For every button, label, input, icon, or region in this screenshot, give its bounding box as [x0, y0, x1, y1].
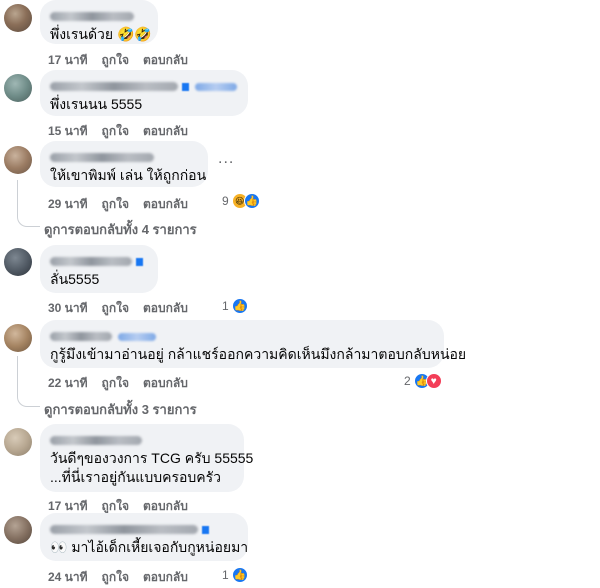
like-button[interactable]: ถูกใจ — [102, 301, 129, 315]
comment-actions: 29 นาที ถูกใจ ตอบกลับ — [48, 195, 202, 214]
like-button[interactable]: ถูกใจ — [102, 124, 129, 138]
comment-time[interactable]: 30 นาที — [48, 301, 88, 315]
comment-bubble: พึ่งเรนนน 5555 — [40, 70, 248, 116]
comment-actions: 17 นาที ถูกใจ ตอบกลับ — [48, 51, 202, 70]
like-icon: 👍 — [231, 298, 248, 314]
comment-text: พึ่งเรนด้วย 🤣🤣 — [50, 26, 152, 42]
reaction-count: 2 — [404, 374, 411, 388]
more-options-icon[interactable]: ... — [218, 150, 234, 168]
reply-button[interactable]: ตอบกลับ — [143, 376, 188, 390]
reaction-count: 1 — [222, 568, 229, 582]
like-button[interactable]: ถูกใจ — [102, 53, 129, 67]
reaction-count: 1 — [222, 299, 229, 313]
view-replies-link[interactable]: ดูการตอบกลับทั้ง 3 รายการ — [44, 399, 197, 420]
avatar[interactable] — [4, 516, 32, 544]
avatar[interactable] — [4, 428, 32, 456]
reply-button[interactable]: ตอบกลับ — [143, 499, 188, 513]
comment-bubble: พึ่งเรนด้วย 🤣🤣 — [40, 0, 158, 44]
comment-text: พึ่งเรนนน 5555 — [50, 96, 143, 112]
comment-actions: 30 นาที ถูกใจ ตอบกลับ — [48, 299, 202, 318]
view-replies-link[interactable]: ดูการตอบกลับทั้ง 4 รายการ — [44, 219, 197, 240]
reaction-summary[interactable]: 1 👍 — [222, 298, 248, 314]
reply-thread-line — [17, 356, 40, 407]
avatar[interactable] — [4, 146, 32, 174]
comment-text: ลั่น5555 — [50, 271, 100, 287]
avatar[interactable] — [4, 248, 32, 276]
reaction-summary[interactable]: 2 👍 ♥ — [404, 373, 442, 389]
reply-button[interactable]: ตอบกลับ — [143, 124, 188, 138]
avatar[interactable] — [4, 324, 32, 352]
comment-bubble: ลั่น5555 — [40, 245, 158, 293]
avatar[interactable] — [4, 74, 32, 102]
comment-text-line-2: ...ที่นี่เราอยู่กันแบบครอบครัว — [50, 469, 222, 485]
comment-text: กูรู้มึงเข้ามาอ่านอยู่ กล้าแชร์ออกความคิ… — [50, 346, 467, 362]
like-button[interactable]: ถูกใจ — [102, 376, 129, 390]
avatar[interactable] — [4, 4, 32, 32]
like-button[interactable]: ถูกใจ — [102, 197, 129, 211]
commenter-name-blurred[interactable] — [50, 149, 198, 163]
comment-time[interactable]: 24 นาที — [48, 570, 88, 584]
like-button[interactable]: ถูกใจ — [102, 499, 129, 513]
commenter-name-blurred[interactable] — [50, 432, 234, 446]
commenter-name-blurred[interactable] — [50, 253, 148, 267]
comment-time[interactable]: 17 นาที — [48, 499, 88, 513]
reply-button[interactable]: ตอบกลับ — [143, 570, 188, 584]
comment-bubble: ให้เขาพิมพ์ เล่น ให้ถูกก่อน — [40, 141, 208, 187]
like-icon: 👍 — [243, 193, 260, 209]
commenter-name-blurred[interactable] — [50, 328, 434, 342]
comment-text: 👀 มาไอ้เด็กเหี้ยเจอกับกูหน่อยมา — [50, 539, 249, 555]
comment-bubble: กูรู้มึงเข้ามาอ่านอยู่ กล้าแชร์ออกความคิ… — [40, 320, 467, 368]
reaction-count: 9 — [222, 194, 229, 208]
comment-bubble: 👀 มาไอ้เด็กเหี้ยเจอกับกูหน่อยมา — [40, 513, 248, 561]
comment-time[interactable]: 29 นาที — [48, 197, 88, 211]
like-button[interactable]: ถูกใจ — [102, 570, 129, 584]
reaction-summary[interactable]: 9 😆 👍 — [222, 193, 260, 209]
comment-text-line-1: วันดีๆของวงการ TCG ครับ 55555 — [50, 450, 254, 466]
reaction-summary[interactable]: 1 👍 — [222, 567, 248, 583]
comment-time[interactable]: 15 นาที — [48, 124, 88, 138]
comment-text: ให้เขาพิมพ์ เล่น ให้ถูกก่อน — [50, 167, 207, 183]
reply-button[interactable]: ตอบกลับ — [143, 197, 188, 211]
reply-thread-line — [17, 180, 40, 227]
love-icon: ♥ — [425, 373, 442, 389]
comment-actions: 24 นาที ถูกใจ ตอบกลับ — [48, 568, 202, 587]
like-icon: 👍 — [231, 567, 248, 583]
comment-bubble: วันดีๆของวงการ TCG ครับ 55555 ...ที่นี่เ… — [40, 424, 254, 492]
comment-time[interactable]: 22 นาที — [48, 376, 88, 390]
comment-time[interactable]: 17 นาที — [48, 53, 88, 67]
reply-button[interactable]: ตอบกลับ — [143, 53, 188, 67]
commenter-name-blurred[interactable] — [50, 78, 238, 92]
comment-actions: 15 นาที ถูกใจ ตอบกลับ — [48, 122, 202, 141]
commenter-name-blurred[interactable] — [50, 521, 238, 535]
commenter-name-blurred[interactable] — [50, 8, 148, 22]
reply-button[interactable]: ตอบกลับ — [143, 301, 188, 315]
comment-actions: 22 นาที ถูกใจ ตอบกลับ — [48, 374, 202, 393]
